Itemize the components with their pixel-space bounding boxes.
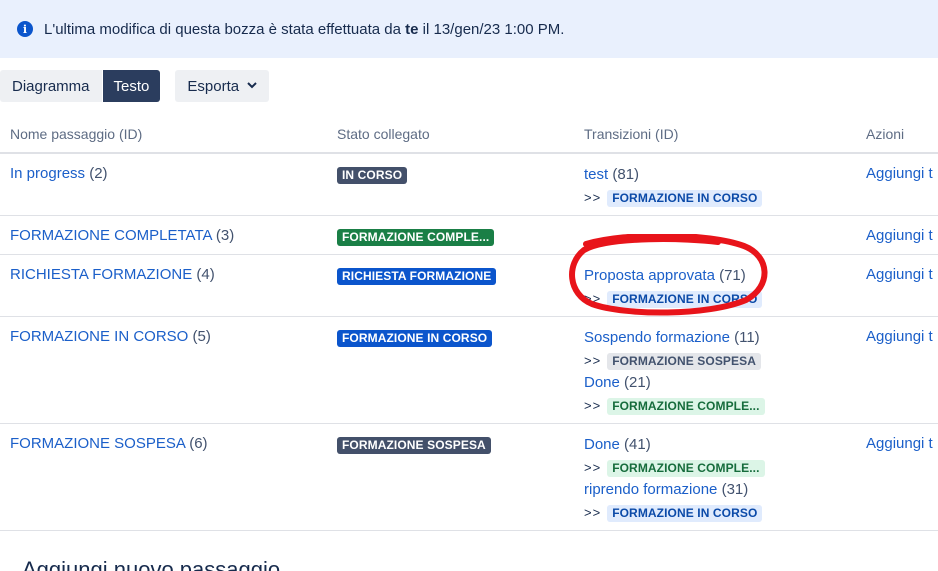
step-id: (6) [189,435,208,452]
step-name-cell: RICHIESTA FORMAZIONE (4) [10,266,215,283]
transition-link[interactable]: Sospendo formazione [584,329,730,346]
step-id: (2) [89,165,108,182]
diagram-tab-button[interactable]: Diagramma [0,70,102,102]
status-cell: FORMAZIONE SOSPESA [337,436,491,454]
table-row: RICHIESTA FORMAZIONE (4) RICHIESTA FORMA… [0,255,938,317]
target-status-lozenge: FORMAZIONE SOSPESA [607,353,762,370]
step-name-cell: In progress (2) [10,165,108,182]
banner-text-before: L'ultima modifica di questa bozza è stat… [44,20,406,38]
transition-link[interactable]: Done [584,436,620,453]
transition-id: (21) [624,374,651,391]
add-transition-link[interactable]: Aggiungi t [866,266,933,283]
transition-link[interactable]: test [584,166,608,183]
add-new-step-heading: Aggiungi nuovo passaggio [22,557,281,571]
step-name-link[interactable]: In progress [10,165,85,182]
export-dropdown-button[interactable]: Esporta [175,70,270,102]
status-cell: IN CORSO [337,166,408,184]
info-banner: i L'ultima modifica di questa bozza è st… [0,0,938,58]
add-transition-label: Aggiungi t [866,165,933,182]
steps-table: Nome passaggio (ID) Stato collegato Tran… [0,112,938,531]
banner-message: L'ultima modifica di questa bozza è stat… [44,21,564,38]
header-transitions: Transizioni (ID) [584,126,679,142]
add-transition-label: Aggiungi t [866,435,933,452]
transitions-cell: test (81) >> FORMAZIONE IN CORSO [584,165,763,210]
transitions-cell: Sospendo formazione (11) >> FORMAZIONE SO… [584,328,765,418]
transition-id: (81) [612,166,640,183]
transition-link[interactable]: Proposta approvata [584,267,715,284]
add-transition-link[interactable]: Aggiungi t [866,435,933,452]
transition-id: (71) [719,267,746,284]
table-row: In progress (2) IN CORSO test (81) >> FOR… [0,154,938,216]
status-lozenge: RICHIESTA FORMAZIONE [337,268,497,285]
add-transition-link[interactable]: Aggiungi t [866,165,933,182]
table-row: FORMAZIONE SOSPESA (6) FORMAZIONE SOSPES… [0,424,938,531]
transition-arrow: >> [584,505,602,520]
target-status-lozenge: FORMAZIONE IN CORSO [607,190,763,207]
status-lozenge: FORMAZIONE IN CORSO [337,330,493,347]
header-linked-status: Stato collegato [337,126,430,142]
step-name-link[interactable]: FORMAZIONE SOSPESA [10,435,185,452]
add-transition-label: Aggiungi t [866,328,933,345]
transitions-cell: Done (41) >> FORMAZIONE COMPLE... riprend… [584,435,765,525]
status-cell: FORMAZIONE IN CORSO [337,329,493,347]
status-cell: RICHIESTA FORMAZIONE [337,267,497,285]
target-status-lozenge: FORMAZIONE IN CORSO [607,291,763,308]
header-actions: Azioni [866,126,905,142]
transition-arrow: >> [584,460,602,475]
info-icon: i [17,21,33,37]
transition-id: (11) [734,329,760,346]
target-status-lozenge: FORMAZIONE COMPLE... [607,460,765,477]
table-header: Nome passaggio (ID) Stato collegato Tran… [0,112,938,154]
step-name-link[interactable]: RICHIESTA FORMAZIONE [10,266,192,283]
step-name-link[interactable]: FORMAZIONE IN CORSO [10,328,188,345]
step-name-cell: FORMAZIONE SOSPESA (6) [10,435,208,452]
transition-link[interactable]: riprendo formazione [584,481,717,498]
view-toolbar: Diagramma Testo Esporta [0,70,270,103]
transition-arrow: >> [584,291,602,306]
add-transition-label: Aggiungi t [866,266,933,283]
step-id: (3) [215,227,235,244]
transitions-cell: Proposta approvata (71) >> FORMAZIONE IN … [584,266,763,311]
target-status-lozenge: FORMAZIONE IN CORSO [607,505,763,522]
banner-user: te [405,20,419,38]
transition-arrow: >> [584,353,602,368]
export-label: Esporta [187,77,240,95]
transition-id: (41) [624,436,651,453]
transition-arrow: >> [584,398,602,413]
add-transition-link[interactable]: Aggiungi t [866,328,933,345]
header-step-name: Nome passaggio (ID) [10,126,143,142]
table-row: FORMAZIONE COMPLETATA (3) FORMAZIONE COM… [0,216,938,255]
add-transition-link[interactable]: Aggiungi t [866,227,933,244]
table-row: FORMAZIONE IN CORSO (5) FORMAZIONE IN CO… [0,317,938,424]
add-transition-label: Aggiungi t [866,227,933,244]
status-cell: FORMAZIONE COMPLE... [337,228,495,246]
step-name-cell: FORMAZIONE COMPLETATA (3) [10,227,234,244]
step-id: (5) [192,328,211,345]
step-name-cell: FORMAZIONE IN CORSO (5) [10,328,211,345]
status-lozenge: IN CORSO [337,167,408,184]
target-status-lozenge: FORMAZIONE COMPLE... [607,398,765,415]
chevron-down-icon [247,81,257,92]
step-name-link[interactable]: FORMAZIONE COMPLETATA [10,227,212,244]
transition-arrow: >> [584,190,602,205]
transition-id: (31) [721,481,749,498]
step-id: (4) [196,266,215,283]
status-lozenge: FORMAZIONE COMPLE... [337,229,495,246]
banner-text-after: il 13/gen/23 1:00 PM. [418,20,565,38]
text-tab-button[interactable]: Testo [102,70,161,102]
status-lozenge: FORMAZIONE SOSPESA [337,437,491,454]
transition-link[interactable]: Done [584,374,620,391]
